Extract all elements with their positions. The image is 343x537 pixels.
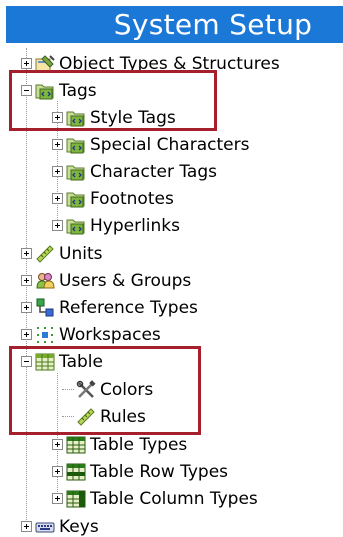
tree-item-label: Users & Groups [59,270,192,291]
header-title: System Setup [113,8,313,41]
expand-toggle[interactable] [21,521,32,532]
tags-folder-icon [66,216,86,236]
tree-item-table-row-types[interactable]: Table Row Types [52,458,228,485]
reference-types-icon [35,298,55,318]
expand-toggle[interactable] [52,220,63,231]
tree-item-label: Workspaces [59,324,161,345]
ruler-icon [35,244,55,264]
workspaces-icon [35,325,55,345]
tree-item-units[interactable]: Units [21,240,102,267]
tags-folder-icon [66,189,86,209]
tree-item-keys[interactable]: Keys [21,513,99,537]
tree-item-footnotes[interactable]: Footnotes [52,185,174,212]
tree-item-label: Units [59,243,103,264]
expand-toggle[interactable] [52,466,63,477]
keys-icon [35,517,55,537]
highlight-box-table [9,346,201,435]
tree-item-label: Table Types [90,434,188,455]
expand-toggle[interactable] [21,58,32,69]
table-column-types-icon [66,489,86,509]
tree-item-label: Character Tags [90,161,217,182]
tree-item-hyperlinks[interactable]: Hyperlinks [52,212,180,239]
users-icon [35,271,55,291]
tree-item-special-characters[interactable]: Special Characters [52,131,249,158]
highlight-box-tags [9,70,217,131]
tree-item-users-groups[interactable]: Users & Groups [21,267,191,294]
expand-toggle[interactable] [52,193,63,204]
tree-item-reference-types[interactable]: Reference Types [21,294,198,321]
expand-toggle[interactable] [52,493,63,504]
tree-item-label: Table Column Types [90,488,258,509]
tree-item-character-tags[interactable]: Character Tags [52,158,217,185]
expand-toggle[interactable] [52,439,63,450]
expand-toggle[interactable] [52,166,63,177]
tree-item-label: Keys [59,516,99,537]
setup-tree: Object Types & Structures Tags Style Tag… [0,48,343,537]
tags-folder-icon [66,162,86,182]
table-types-icon [66,435,86,455]
expand-toggle[interactable] [21,329,32,340]
expand-toggle[interactable] [21,302,32,313]
tree-item-workspaces[interactable]: Workspaces [21,321,161,348]
tree-item-label: Table Row Types [90,461,229,482]
system-setup-header: System Setup [6,6,343,43]
tree-item-table-column-types[interactable]: Table Column Types [52,485,258,512]
expand-toggle[interactable] [52,139,63,150]
tree-item-label: Footnotes [90,188,174,209]
tree-item-label: Hyperlinks [90,215,181,236]
tree-item-label: Special Characters [90,134,250,155]
tree-item-label: Reference Types [59,297,198,318]
tags-folder-icon [66,135,86,155]
expand-toggle[interactable] [21,275,32,286]
expand-toggle[interactable] [21,248,32,259]
table-row-types-icon [66,462,86,482]
tree-item-table-types[interactable]: Table Types [52,431,187,458]
